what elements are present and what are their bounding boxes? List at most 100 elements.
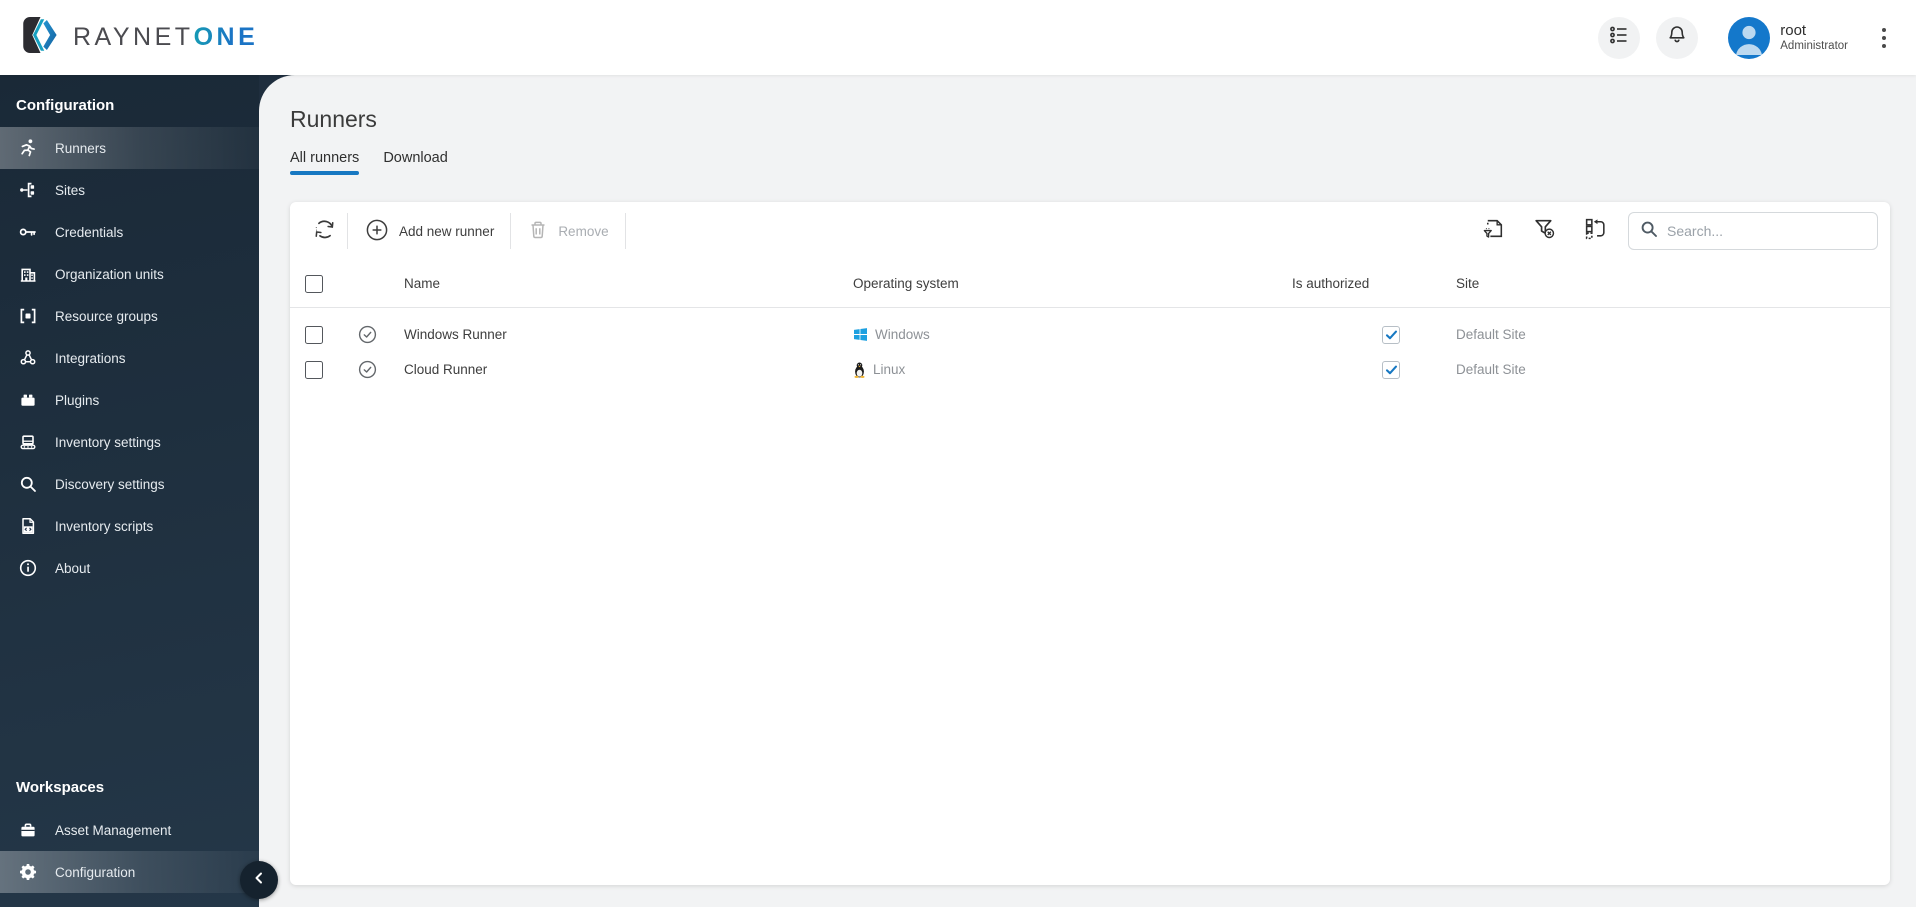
content-area: Runners All runners Download Add new run… [259,75,1916,907]
add-new-runner-button[interactable]: Add new runner [348,211,510,251]
runner-os-label: Linux [873,362,906,377]
sidebar-item-label: Discovery settings [55,476,165,492]
user-role: Administrator [1780,39,1848,52]
runner-site-cell: Default Site [1456,327,1526,342]
search-icon [1640,220,1658,243]
sidebar-item-label: Inventory scripts [55,518,154,534]
filter-page-icon [1481,216,1506,246]
search-box [1628,212,1878,250]
sidebar-item-integrations[interactable]: Integrations [0,337,259,379]
select-all-checkbox[interactable] [305,274,323,293]
avatar [1728,16,1771,59]
runners-panel: Add new runner Remove Search... Name Ope… [290,202,1890,885]
sidebar-item-runners[interactable]: Runners [0,127,259,169]
refresh-icon [312,217,337,245]
topbar: RAYNETONE root Administrator [0,0,1916,75]
sidebar-item-label: Configuration [55,864,136,880]
plus-circle-icon [364,217,390,246]
kebab-icon [1882,27,1886,32]
table-header: Name Operating system Is authorized Site [290,260,1890,308]
tab-download[interactable]: Download [383,150,448,175]
activity-list-button[interactable] [1598,16,1641,59]
clear-filter-button[interactable] [1532,216,1557,246]
column-header-is-authorized[interactable]: Is authorized [1290,276,1450,291]
sidebar-item-label: Credentials [55,224,124,240]
sidebar-item-credentials[interactable]: Credentials [0,211,259,253]
runner-icon [17,138,39,158]
sidebar-config-items: Runners Sites Credentials Organization unit… [0,127,259,589]
inventory-settings-icon [17,432,39,452]
gear-icon [17,862,39,882]
runner-name-cell: Windows Runner [404,327,507,342]
sidebar-item-about[interactable]: About [0,547,259,589]
key-icon [17,222,39,242]
topbar-actions: root Administrator [1598,16,1894,59]
table-toolbar: Add new runner Remove [290,202,1890,260]
sites-icon [17,180,39,200]
more-options-button[interactable] [1874,17,1894,59]
toolbox-icon [17,820,39,840]
plugin-icon [17,390,39,410]
windows-logo-icon [853,327,868,342]
runner-status-icon [338,325,396,344]
column-header-name[interactable]: Name [396,276,843,291]
remove-button[interactable]: Remove [511,211,624,251]
sidebar-section-workspaces: Workspaces [16,779,105,796]
runner-site-cell: Default Site [1456,362,1526,377]
sidebar: Configuration Runners Sites Credentials Org… [0,75,259,907]
sidebar-item-label: Sites [55,182,86,198]
sidebar-section-configuration: Configuration [16,97,115,114]
sidebar-item-label: Organization units [55,266,164,282]
table-row[interactable]: Cloud Runner Linux Default Site [290,352,1890,387]
runner-os-label: Windows [875,327,930,342]
column-header-site[interactable]: Site [1450,276,1890,291]
runner-os-cell: Windows [843,327,1290,342]
linux-tux-icon [853,362,866,378]
user-name: root [1780,22,1807,40]
trash-icon [527,219,549,244]
page-title: Runners [290,106,377,132]
column-chooser-button[interactable] [1583,216,1608,246]
sidebar-item-label: Runners [55,140,107,156]
info-icon [17,558,39,578]
column-header-operating-system[interactable]: Operating system [843,276,1290,291]
column-chooser-icon [1583,216,1608,246]
sidebar-item-asset-management[interactable]: Asset Management [0,809,259,851]
filter-remove-icon [1532,216,1557,246]
is-authorized-checkbox[interactable] [1382,325,1400,344]
building-icon [17,264,39,284]
chevron-left-icon [251,870,267,891]
user-menu[interactable]: root Administrator [1728,16,1848,59]
tab-all-runners[interactable]: All runners [290,150,360,175]
notifications-button[interactable] [1656,16,1699,59]
table-row[interactable]: Windows Runner Windows Default Site [290,317,1890,352]
app-logo: RAYNETONE [18,14,258,61]
sidebar-item-label: About [55,560,91,576]
script-icon [17,516,39,536]
sidebar-item-discovery-settings[interactable]: Discovery settings [0,463,259,505]
row-select-checkbox[interactable] [305,360,323,379]
sidebar-item-configuration[interactable]: Configuration [0,851,259,893]
sidebar-workspace-items: Asset Management Configuration [0,809,259,893]
sidebar-item-inventory-scripts[interactable]: Inventory scripts [0,505,259,547]
magnifier-icon [17,474,39,494]
sidebar-item-inventory-settings[interactable]: Inventory settings [0,421,259,463]
app-logo-text: RAYNETONE [73,23,259,51]
runner-os-cell: Linux [843,362,1290,378]
sidebar-collapse-button[interactable] [240,861,278,899]
sidebar-item-label: Integrations [55,350,126,366]
runner-status-icon [338,360,396,379]
refresh-button[interactable] [302,211,347,251]
sidebar-item-plugins[interactable]: Plugins [0,379,259,421]
sidebar-item-label: Inventory settings [55,434,161,450]
runner-name-cell: Cloud Runner [404,362,488,377]
sidebar-item-sites[interactable]: Sites [0,169,259,211]
sidebar-item-organization-units[interactable]: Organization units [0,253,259,295]
is-authorized-checkbox[interactable] [1382,360,1400,379]
row-select-checkbox[interactable] [305,325,323,344]
search-input[interactable] [1667,223,1866,239]
bell-icon [1666,24,1688,51]
raynet-logo-icon [18,14,60,61]
saved-filters-button[interactable] [1481,216,1506,246]
sidebar-item-resource-groups[interactable]: Resource groups [0,295,259,337]
